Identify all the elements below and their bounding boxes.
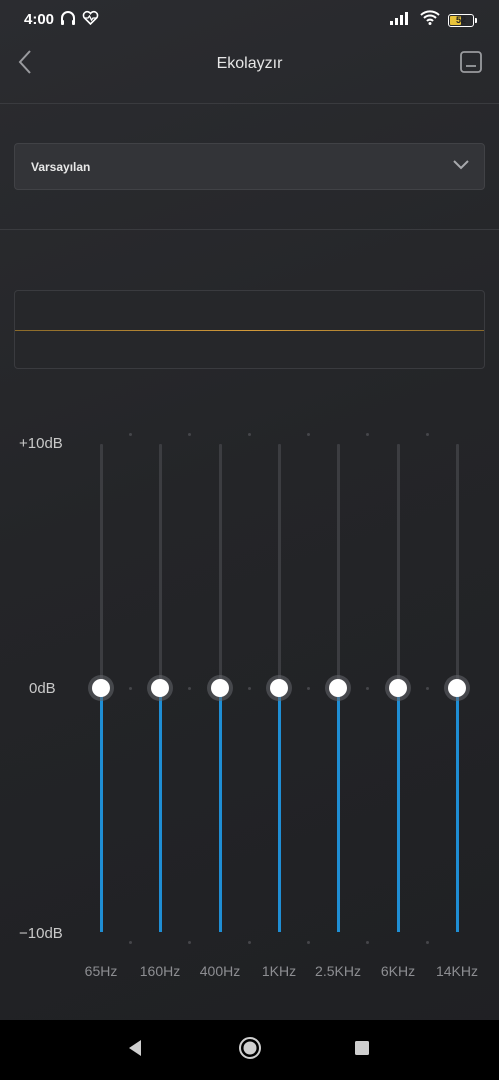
eq-slider-14khz[interactable] [442,444,472,932]
grid-dot [426,941,429,944]
page-title: Ekolayzır [216,55,283,72]
status-time: 4:00 [24,11,55,28]
nav-home-circle-icon [238,1036,262,1065]
grid-dot [188,687,191,690]
status-right-icons: 52 [390,10,477,30]
db-min-label: −10dB [19,925,63,942]
grid-dot [426,433,429,436]
eq-slider-thumb[interactable] [270,679,288,697]
grid-dot [129,433,132,436]
chevron-down-icon [452,158,470,176]
battery-level: 52 [455,15,466,25]
nav-home-button[interactable] [220,1020,280,1080]
header-divider [0,103,499,104]
save-preset-icon [459,50,483,79]
eq-slider-thumb[interactable] [211,679,229,697]
grid-dot [248,941,251,944]
eq-slider-fill [337,688,340,932]
eq-curve-preview [14,290,485,369]
save-preset-button[interactable] [457,50,485,78]
grid-dot [307,941,310,944]
nav-recents-button[interactable] [332,1020,392,1080]
eq-slider-1khz[interactable] [264,444,294,932]
eq-band-label: 14KHz [435,963,479,979]
grid-dot [426,687,429,690]
eq-slider-fill [159,688,162,932]
grid-dot [248,687,251,690]
grid-dot [188,433,191,436]
status-left-icons [60,10,99,31]
eq-slider-thumb[interactable] [92,679,110,697]
db-zero-label: 0dB [29,680,56,697]
grid-dot [307,433,310,436]
eq-slider-thumb[interactable] [329,679,347,697]
preset-selected-label: Varsayılan [31,160,91,174]
grid-dot [248,433,251,436]
nav-back-button[interactable] [105,1020,165,1080]
eq-slider-fill [397,688,400,932]
grid-dot [366,941,369,944]
eq-slider-2-5khz[interactable] [323,444,353,932]
wifi-icon [420,10,440,30]
db-max-label: +10dB [19,435,63,452]
eq-slider-fill [219,688,222,932]
eq-slider-thumb[interactable] [389,679,407,697]
grid-dot [129,941,132,944]
eq-slider-6khz[interactable] [383,444,413,932]
headphones-icon [60,10,76,31]
grid-dot [366,433,369,436]
eq-slider-thumb[interactable] [448,679,466,697]
grid-dot [129,687,132,690]
signal-icon [390,11,412,30]
heart-pulse-icon [82,10,99,31]
eq-slider-fill [100,688,103,932]
grid-dot [188,941,191,944]
eq-slider-400hz[interactable] [205,444,235,932]
preset-dropdown[interactable]: Varsayılan [14,143,485,190]
battery-icon: 52 [448,13,477,27]
nav-back-triangle-icon [127,1039,143,1062]
eq-curve-line [15,330,484,331]
grid-dot [307,687,310,690]
navigation-bar [0,1020,499,1080]
eq-slider-thumb[interactable] [151,679,169,697]
grid-dot [366,687,369,690]
eq-slider-160hz[interactable] [145,444,175,932]
eq-slider-fill [278,688,281,932]
eq-slider-fill [456,688,459,932]
section-divider [0,229,499,230]
nav-recents-square-icon [354,1040,370,1061]
eq-slider-65hz[interactable] [86,444,116,932]
